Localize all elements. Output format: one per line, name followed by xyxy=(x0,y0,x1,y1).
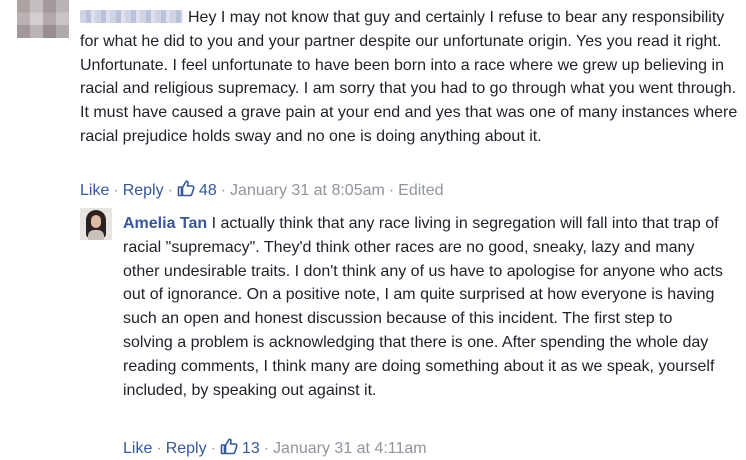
thumbs-up-icon xyxy=(177,180,195,197)
comment-actions: Like · Reply · 13 · January 31 at 4:11am xyxy=(123,437,427,459)
thumbs-up-icon xyxy=(220,438,238,455)
reply-link[interactable]: Reply xyxy=(123,182,164,199)
author-name-blurred[interactable] xyxy=(80,10,183,23)
comment-body: Amelia Tan I actually think that any rac… xyxy=(123,212,723,402)
like-link[interactable]: Like xyxy=(80,182,109,199)
comment-text: I actually think that any race living in… xyxy=(123,215,723,399)
comment-actions: Like · Reply · 48 · January 31 at 8:05am · Edite… xyxy=(80,179,444,201)
like-link[interactable]: Like xyxy=(123,440,152,457)
avatar[interactable] xyxy=(80,208,112,240)
timestamp[interactable]: January 31 at 8:05am xyxy=(230,182,385,199)
avatar[interactable] xyxy=(17,0,69,38)
comment-text: Hey I may not know that guy and certainl… xyxy=(80,9,738,145)
like-count: 48 xyxy=(198,182,217,199)
like-count-button[interactable]: 13 xyxy=(220,438,260,457)
author-name[interactable]: Amelia Tan xyxy=(123,215,207,232)
like-count: 13 xyxy=(241,440,260,457)
edited-label[interactable]: Edited xyxy=(398,182,443,199)
comment-body: Hey I may not know that guy and certainl… xyxy=(80,6,745,149)
reply-link[interactable]: Reply xyxy=(166,440,207,457)
timestamp[interactable]: January 31 at 4:11am xyxy=(273,440,427,457)
like-count-button[interactable]: 48 xyxy=(177,180,217,199)
